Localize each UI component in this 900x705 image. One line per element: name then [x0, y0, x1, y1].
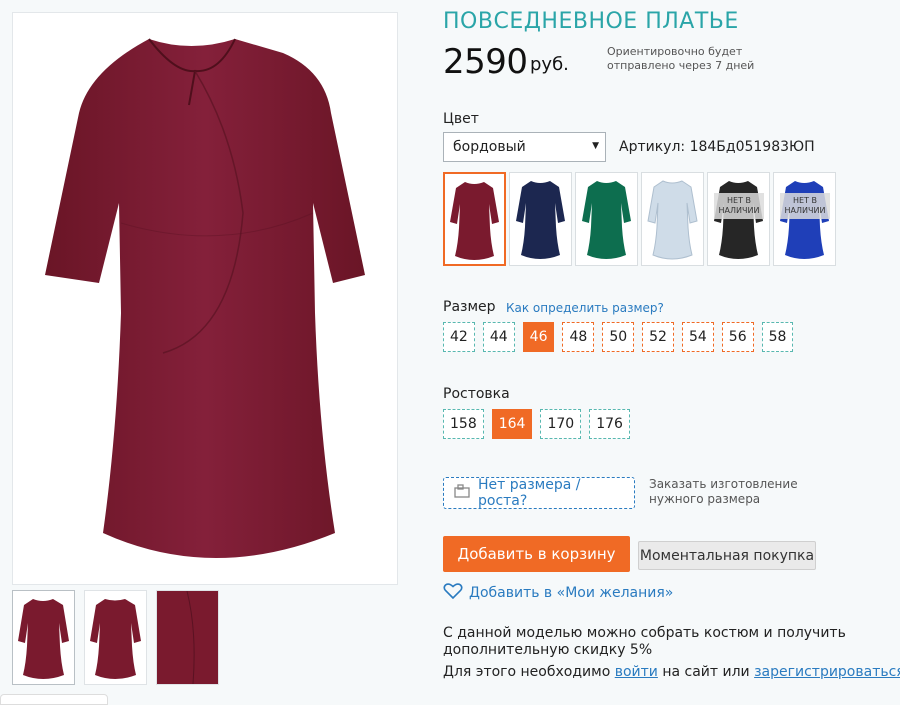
size-option[interactable]: 46: [522, 322, 555, 352]
no-size-button[interactable]: Нет размера / роста?: [443, 477, 635, 509]
size-option[interactable]: 54: [681, 322, 714, 352]
color-select[interactable]: бордовый ▼: [443, 132, 606, 162]
article-value: 184Бд051983ЮП: [689, 139, 815, 155]
size-option[interactable]: 52: [642, 322, 674, 352]
color-label: Цвет: [443, 111, 479, 127]
register-link[interactable]: зарегистрироваться: [754, 664, 900, 680]
color-swatch[interactable]: НЕТ В НАЛИЧИИ: [773, 172, 836, 266]
no-size-label: Нет размера / роста?: [478, 477, 581, 509]
scroll-tab[interactable]: [0, 694, 108, 705]
color-swatch[interactable]: [509, 172, 572, 266]
wishlist-link[interactable]: Добавить в «Мои желания»: [443, 582, 673, 604]
height-option[interactable]: 170: [540, 409, 582, 439]
size-option[interactable]: 42: [443, 322, 475, 352]
thumbnail-fabric[interactable]: [156, 590, 219, 685]
article-label: Артикул:: [619, 139, 686, 155]
size-option[interactable]: 50: [602, 322, 635, 352]
custom-order-note: Заказать изготовление нужного размера: [649, 477, 798, 506]
height-options: 158 164 170 176: [443, 409, 630, 439]
login-prefix: Для этого необходимо: [443, 664, 611, 680]
height-label: Ростовка: [443, 386, 510, 402]
size-guide-link[interactable]: Как определить размер?: [506, 301, 664, 315]
color-select-value: бордовый: [453, 139, 526, 155]
ruler-icon: [454, 484, 470, 502]
color-swatch[interactable]: НЕТ В НАЛИЧИИ: [707, 172, 770, 266]
main-product-image[interactable]: [12, 12, 398, 585]
price-currency: руб.: [530, 54, 569, 75]
color-swatch[interactable]: [641, 172, 704, 266]
color-swatch[interactable]: [443, 172, 506, 266]
out-of-stock-badge: НЕТ В НАЛИЧИИ: [714, 193, 764, 219]
dress-swatch-image: [714, 181, 763, 259]
login-link[interactable]: войти: [615, 664, 658, 680]
height-option[interactable]: 158: [443, 409, 484, 439]
size-label: Размер: [443, 299, 496, 315]
thumbnail-strip: [12, 590, 219, 685]
color-swatches: НЕТ В НАЛИЧИИ НЕТ В НАЛИЧИИ: [443, 172, 836, 266]
out-of-stock-badge: НЕТ В НАЛИЧИИ: [780, 193, 830, 219]
product-title: ПОВСЕДНЕВНОЕ ПЛАТЬЕ: [443, 9, 739, 34]
color-swatch[interactable]: [575, 172, 638, 266]
login-prompt: Для этого необходимо войти на сайт или з…: [443, 664, 900, 680]
thumbnail-front[interactable]: [12, 590, 75, 685]
size-option[interactable]: 48: [562, 322, 595, 352]
dress-swatch-image: [647, 180, 698, 260]
heart-icon: [443, 582, 463, 604]
shipping-note: Ориентировочно будет отправлено через 7 …: [607, 45, 755, 72]
size-option[interactable]: 56: [721, 322, 754, 352]
login-middle: на сайт или: [662, 664, 750, 680]
dress-swatch-image: [582, 181, 631, 259]
height-option[interactable]: 176: [589, 409, 630, 439]
product-price: 2590: [443, 42, 528, 82]
chevron-down-icon: ▼: [592, 141, 599, 151]
size-option[interactable]: 58: [761, 322, 794, 352]
add-to-cart-button[interactable]: Добавить в корзину: [443, 536, 630, 572]
costume-promo: С данной моделью можно собрать костюм и …: [443, 625, 846, 658]
size-option[interactable]: 44: [482, 322, 515, 352]
thumbnail-back[interactable]: [84, 590, 147, 685]
dress-swatch-image: [516, 181, 565, 259]
size-options: 42 44 46 48 50 52 54 56 58: [443, 322, 794, 352]
dress-swatch-image: [780, 181, 829, 259]
height-option[interactable]: 164: [491, 409, 533, 439]
instant-buy-button[interactable]: Моментальная покупка: [638, 541, 816, 570]
article-number: Артикул: 184Бд051983ЮП: [619, 139, 815, 155]
wishlist-label: Добавить в «Мои желания»: [469, 585, 674, 601]
dress-swatch-image: [450, 182, 499, 260]
